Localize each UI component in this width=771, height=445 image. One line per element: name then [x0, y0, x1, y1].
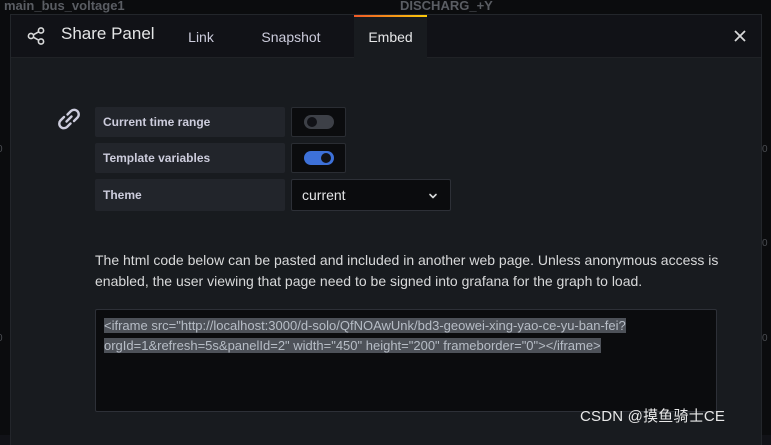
axis-tick-left-1: 0 — [0, 144, 3, 155]
panel-title-right: DISCHARG_+Y — [400, 0, 493, 13]
theme-label: Theme — [95, 179, 285, 211]
modal-title: Share Panel — [61, 24, 155, 43]
share-panel-modal: Share Panel Link Snapshot Embed Current … — [11, 15, 761, 445]
template-variables-switch[interactable] — [304, 151, 334, 165]
axis-tick-right-3: 0 — [762, 333, 768, 344]
switch-knob — [307, 117, 317, 127]
current-time-range-switch[interactable] — [304, 115, 334, 129]
template-variables-control — [291, 143, 346, 173]
link-icon — [58, 108, 80, 130]
panel-title-left: main_bus_voltage1 — [4, 0, 125, 13]
axis-tick-right-1: 0 — [762, 144, 768, 155]
modal-header: Share Panel Link Snapshot Embed — [11, 15, 761, 58]
current-time-range-label: Current time range — [95, 107, 285, 137]
tab-embed[interactable]: Embed — [354, 15, 427, 58]
theme-select[interactable]: current — [291, 179, 451, 211]
template-variables-label: Template variables — [95, 143, 285, 173]
embed-info-text: The html code below can be pasted and in… — [95, 252, 719, 289]
share-icon — [27, 27, 45, 45]
embed-code-textarea[interactable]: <iframe src="http://localhost:3000/d-sol… — [95, 309, 717, 412]
axis-tick-left-2: 0 — [0, 333, 3, 344]
tab-embed-label: Embed — [368, 29, 413, 45]
close-icon[interactable] — [730, 26, 750, 46]
theme-select-value: current — [302, 187, 346, 203]
tab-link[interactable]: Link — [177, 15, 225, 57]
tab-snapshot[interactable]: Snapshot — [253, 15, 329, 57]
axis-tick-right-2: 0 — [762, 238, 768, 249]
watermark: CSDN @摸鱼骑士CE — [580, 408, 726, 425]
embed-code-text: <iframe src="http://localhost:3000/d-sol… — [104, 318, 626, 353]
chevron-down-icon — [429, 193, 437, 199]
current-time-range-control — [291, 107, 346, 137]
switch-knob — [321, 153, 331, 163]
